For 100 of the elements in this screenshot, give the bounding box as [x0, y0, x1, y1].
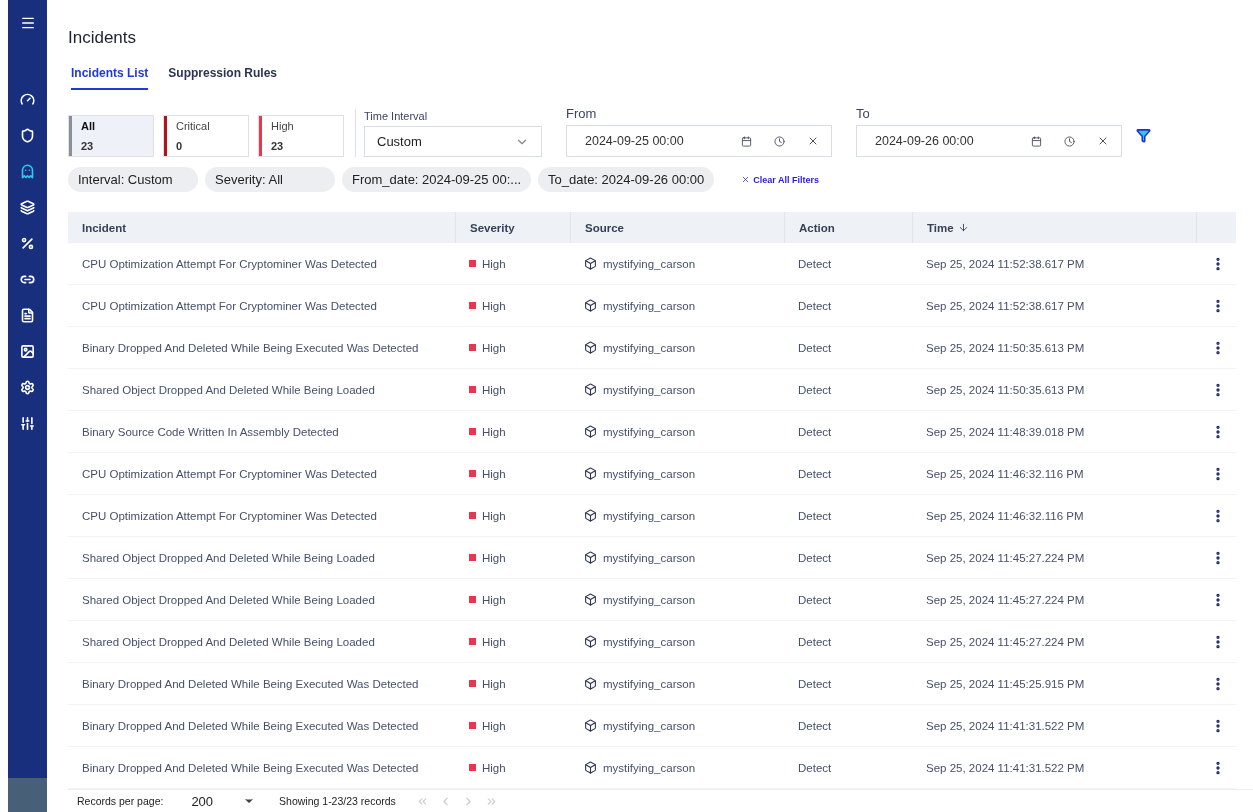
field-label: To	[856, 106, 871, 121]
table-cell: Detect	[784, 369, 912, 411]
table-cell: Sep 25, 2024 11:50:35.613 PM	[912, 369, 1196, 411]
table-cell: mystifying_carson	[603, 761, 696, 774]
filter-chip: Severity: All	[205, 167, 335, 192]
severity-icon	[469, 260, 476, 267]
table-cell: Detect	[784, 537, 912, 579]
table-cell: mystifying_carson	[603, 257, 696, 270]
table-cell: mystifying_carson	[603, 341, 696, 354]
box-icon	[584, 509, 597, 522]
table-cell: High	[482, 509, 506, 522]
filter-chip: To_date: 2024-09-26 00:00	[538, 167, 715, 192]
field-label: From	[566, 106, 598, 121]
severity-icon	[469, 764, 476, 771]
table-cell: Sep 25, 2024 11:45:27.224 PM	[912, 579, 1196, 621]
field-label: Time Interval	[364, 110, 429, 122]
table-cell: Detect	[784, 453, 912, 495]
severity-icon	[469, 512, 476, 519]
table-cell: CPU Optimization Attempt For Cryptominer Was Detected	[68, 285, 455, 327]
table-cell: High	[482, 383, 506, 396]
table-cell: CPU Optimization Attempt For Cryptominer Was Detected	[68, 243, 455, 285]
records-summary: Showing 1-23/23 records	[279, 795, 396, 807]
table-cell: High	[482, 677, 506, 690]
severity-icon	[469, 344, 476, 351]
table-cell: mystifying_carson	[603, 383, 696, 396]
date-field[interactable]: 2024-09-26 00:00	[856, 125, 1122, 157]
box-icon	[584, 467, 597, 480]
table-cell: Detect	[784, 621, 912, 663]
table-cell: Binary Dropped And Deleted While Being Executed Was Detected	[68, 663, 455, 705]
clock-icon[interactable]	[1064, 135, 1075, 147]
page-title: Incidents	[68, 28, 138, 48]
box-icon	[584, 299, 597, 312]
table-cell: High	[482, 551, 506, 564]
box-icon	[584, 425, 597, 438]
table-cell: Sep 25, 2024 11:45:27.224 PM	[912, 537, 1196, 579]
table-cell: Detect	[784, 705, 912, 747]
table-cell: Detect	[784, 579, 912, 621]
table-cell: High	[482, 467, 506, 480]
table-cell: High	[482, 635, 506, 648]
table-cell: Sep 25, 2024 11:46:32.116 PM	[912, 453, 1196, 495]
box-icon	[584, 551, 597, 564]
table-cell: mystifying_carson	[603, 551, 696, 564]
tab[interactable]: Suppression Rules	[168, 66, 278, 90]
table-cell: Detect	[784, 327, 912, 369]
column-header: Source	[570, 212, 784, 243]
table-cell: mystifying_carson	[603, 425, 696, 438]
table-cell: Sep 25, 2024 11:45:25.915 PM	[912, 663, 1196, 705]
close-icon[interactable]	[1097, 135, 1109, 147]
column-header	[1196, 212, 1236, 243]
box-icon	[584, 719, 597, 732]
table-cell: Sep 25, 2024 11:46:32.116 PM	[912, 495, 1196, 537]
clock-icon[interactable]	[774, 135, 785, 147]
close-icon[interactable]	[807, 135, 819, 147]
table-cell: Binary Dropped And Deleted While Being Executed Was Detected	[68, 747, 455, 789]
severity-icon	[469, 554, 476, 561]
table-cell: Shared Object Dropped And Deleted While Being Loaded	[68, 579, 455, 621]
table-cell: mystifying_carson	[603, 719, 696, 732]
severity-icon	[469, 428, 476, 435]
page-size-select[interactable]: 200	[191, 793, 256, 809]
box-icon	[584, 383, 597, 396]
table-cell: Detect	[784, 747, 912, 789]
table-cell: High	[482, 719, 506, 732]
box-icon	[584, 593, 597, 606]
time-interval-select[interactable]: Custom	[364, 126, 542, 157]
table-cell: mystifying_carson	[603, 299, 696, 312]
severity-icon	[469, 680, 476, 687]
severity-card[interactable]: All 23	[68, 115, 154, 157]
box-icon	[584, 341, 597, 354]
severity-card[interactable]: High 23	[258, 115, 344, 157]
table-cell: Shared Object Dropped And Deleted While Being Loaded	[68, 369, 455, 411]
table-cell: Binary Dropped And Deleted While Being Executed Was Detected	[68, 705, 455, 747]
table-cell: Detect	[784, 495, 912, 537]
box-icon	[584, 635, 597, 648]
filter-icon[interactable]	[1136, 128, 1151, 143]
column-header: Time	[912, 212, 1196, 243]
box-icon	[584, 677, 597, 690]
severity-card[interactable]: Critical 0	[163, 115, 249, 157]
box-icon	[584, 257, 597, 270]
close-icon	[741, 175, 751, 184]
menu-icon	[19, 15, 36, 31]
box-icon	[584, 761, 597, 774]
date-field[interactable]: 2024-09-25 00:00	[566, 125, 832, 157]
table-cell: Sep 25, 2024 11:41:31.522 PM	[912, 705, 1196, 747]
calendar-icon[interactable]	[1031, 135, 1042, 147]
table-cell: mystifying_carson	[603, 467, 696, 480]
sort-arrow-icon	[957, 222, 969, 233]
table-cell: Sep 25, 2024 11:41:31.522 PM	[912, 747, 1196, 789]
calendar-icon[interactable]	[741, 135, 752, 147]
clear-filters-link[interactable]: Clear All Filters	[735, 173, 825, 186]
table-cell: Sep 25, 2024 11:52:38.617 PM	[912, 243, 1196, 285]
tab[interactable]: Incidents List	[71, 66, 149, 90]
table-cell: Shared Object Dropped And Deleted While Being Loaded	[68, 537, 455, 579]
column-header: Action	[784, 212, 912, 243]
table-cell: Detect	[784, 411, 912, 453]
severity-icon	[469, 638, 476, 645]
severity-icon	[469, 302, 476, 309]
table-cell: High	[482, 257, 506, 270]
table-cell: Detect	[784, 663, 912, 705]
severity-icon	[469, 386, 476, 393]
table-cell: Shared Object Dropped And Deleted While Being Loaded	[68, 621, 455, 663]
